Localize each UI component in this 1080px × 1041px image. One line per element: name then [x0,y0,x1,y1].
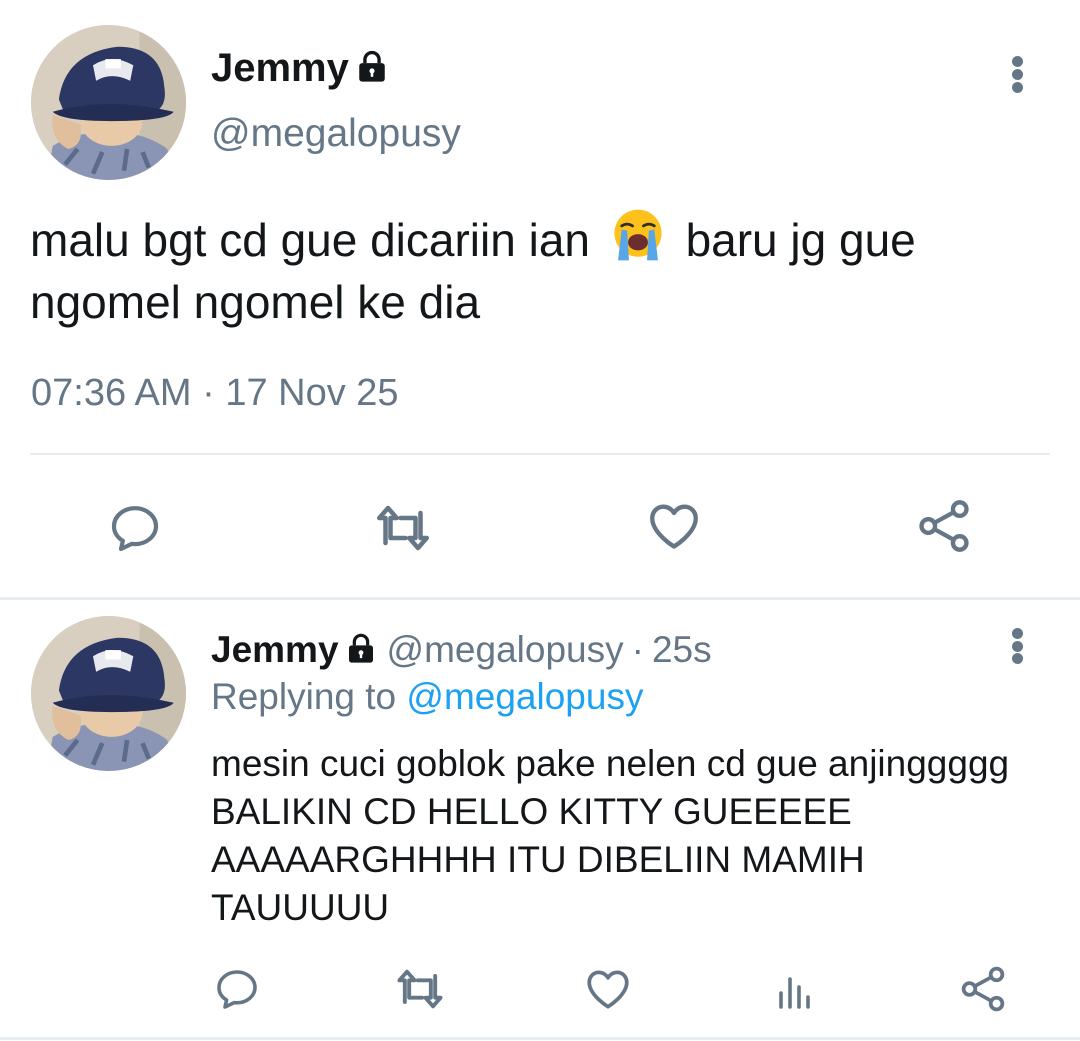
like-icon[interactable] [582,964,634,1014]
replying-to-handle[interactable]: @megalopusy [406,676,643,717]
lock-icon [355,49,389,88]
section-divider [0,597,1080,600]
retweet-icon[interactable] [394,964,446,1014]
avatar[interactable] [31,25,186,180]
retweet-icon[interactable] [373,500,433,556]
replying-to: Replying to @megalopusy [211,676,643,718]
tweet-timestamp[interactable]: 07:36 AM · 17 Nov 25 [31,372,399,415]
author-name[interactable]: Jemmy [211,46,349,91]
divider [30,453,1050,455]
author-name[interactable]: Jemmy [211,629,339,671]
share-icon[interactable] [914,497,974,555]
more-options-icon[interactable] [1007,56,1027,93]
lock-icon [345,632,377,669]
reply-icon[interactable] [105,500,165,556]
avatar[interactable] [31,616,186,771]
more-options-icon[interactable] [1007,628,1027,664]
separator: · [202,372,215,414]
reply-icon[interactable] [212,964,262,1014]
time-ago[interactable]: 25s [652,629,712,671]
section-divider [0,1037,1080,1040]
separator: · [631,629,644,670]
author-name-row[interactable]: Jemmy [211,44,389,92]
tweet-text: malu bgt cd gue dicariin ian baru jg gue… [30,206,1060,333]
reply-text: mesin cuci goblok pake nelen cd gue anji… [211,743,1010,928]
replying-to-label: Replying to [211,676,397,717]
author-handle[interactable]: @megalopusy [211,112,461,156]
tweet-text-part-1: malu bgt cd gue dicariin ian [30,214,590,266]
like-icon[interactable] [644,498,704,554]
tweet-date: 17 Nov 25 [225,372,399,414]
loudly-crying-face-icon [609,206,667,264]
reply-header: Jemmy @megalopusy · 25s [211,626,712,674]
share-icon[interactable] [957,964,1009,1014]
analytics-icon[interactable] [770,966,820,1016]
author-handle[interactable]: @megalopusy [387,629,624,671]
tweet-time: 07:36 AM [31,372,192,414]
